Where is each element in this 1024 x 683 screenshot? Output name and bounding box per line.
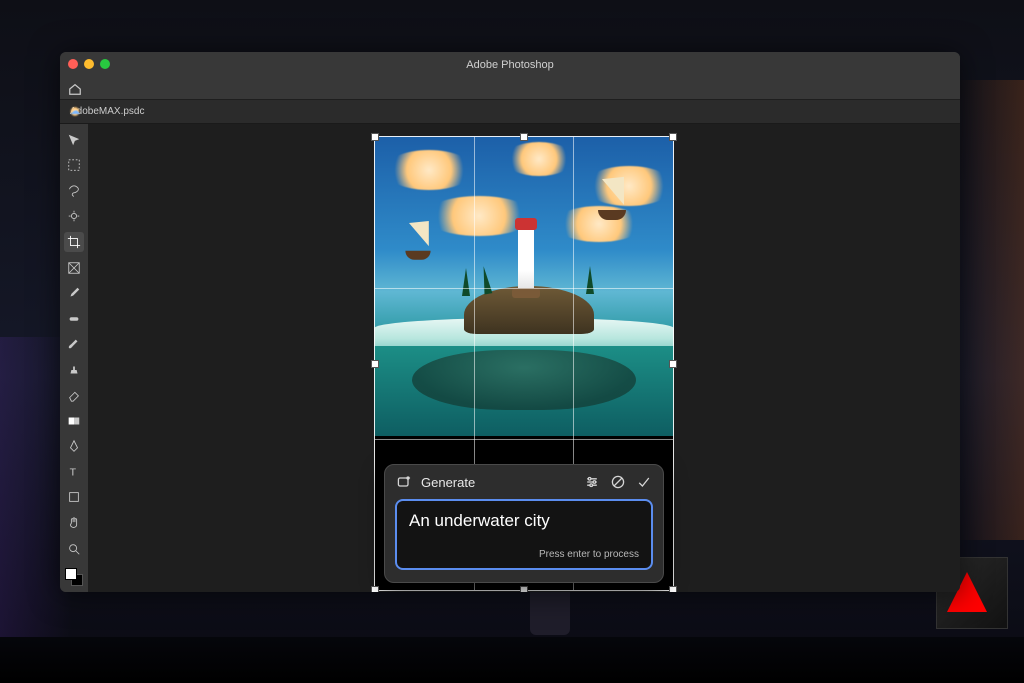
- shape-tool[interactable]: [64, 488, 84, 508]
- home-icon[interactable]: [68, 82, 82, 96]
- audience-silhouette: [0, 637, 1024, 683]
- foreground-background-colors[interactable]: [65, 568, 83, 586]
- window-controls[interactable]: [68, 59, 110, 69]
- crop-handle[interactable]: [371, 360, 379, 368]
- eyedropper-tool[interactable]: [64, 283, 84, 303]
- eraser-tool[interactable]: [64, 385, 84, 405]
- healing-brush-tool[interactable]: [64, 309, 84, 329]
- brush-tool[interactable]: [64, 334, 84, 354]
- svg-text:T: T: [70, 466, 77, 478]
- crop-handle[interactable]: [669, 360, 677, 368]
- close-icon[interactable]: [68, 59, 78, 69]
- workspace: T: [60, 124, 960, 592]
- move-tool[interactable]: [64, 130, 84, 150]
- document-filename: AdobeMAX.psdc: [70, 106, 145, 117]
- window-titlebar: Adobe Photoshop: [60, 52, 960, 78]
- document-tab[interactable]: ☁ AdobeMAX.psdc: [60, 100, 960, 124]
- commit-icon[interactable]: [635, 473, 653, 491]
- settings-icon[interactable]: [583, 473, 601, 491]
- options-bar: [60, 78, 960, 100]
- photoshop-window: Adobe Photoshop ☁ AdobeMAX.psdc T: [60, 52, 960, 592]
- minimize-icon[interactable]: [84, 59, 94, 69]
- prompt-text: An underwater city: [409, 511, 639, 535]
- generate-label: Generate: [421, 475, 475, 490]
- clone-stamp-tool[interactable]: [64, 360, 84, 380]
- crop-handle[interactable]: [669, 586, 677, 592]
- crop-handle[interactable]: [371, 133, 379, 141]
- generative-prompt-input[interactable]: An underwater city Press enter to proces…: [395, 499, 653, 570]
- quick-select-tool[interactable]: [64, 207, 84, 227]
- contextual-taskbar[interactable]: Generate An underwater city: [384, 464, 664, 583]
- gradient-tool[interactable]: [64, 411, 84, 431]
- zoom-tool[interactable]: [64, 539, 84, 559]
- marquee-tool[interactable]: [64, 156, 84, 176]
- maximize-icon[interactable]: [100, 59, 110, 69]
- pen-tool[interactable]: [64, 437, 84, 457]
- lasso-tool[interactable]: [64, 181, 84, 201]
- crop-handle[interactable]: [520, 133, 528, 141]
- canvas-area[interactable]: Generate An underwater city: [88, 124, 960, 592]
- generate-icon: [395, 473, 413, 491]
- hand-tool[interactable]: [64, 513, 84, 533]
- prompt-hint: Press enter to process: [409, 549, 639, 560]
- crop-tool[interactable]: [64, 232, 84, 252]
- stage-accent-right: [954, 80, 1024, 540]
- cloud-icon: ☁: [70, 106, 80, 117]
- crop-handle[interactable]: [669, 133, 677, 141]
- frame-tool[interactable]: [64, 258, 84, 278]
- canvas-wrap: Generate An underwater city: [374, 136, 674, 591]
- type-tool[interactable]: T: [64, 462, 84, 482]
- crop-handle[interactable]: [371, 586, 379, 592]
- crop-handle[interactable]: [520, 586, 528, 592]
- tools-panel: T: [60, 124, 88, 592]
- app-title: Adobe Photoshop: [466, 59, 553, 71]
- cancel-icon[interactable]: [609, 473, 627, 491]
